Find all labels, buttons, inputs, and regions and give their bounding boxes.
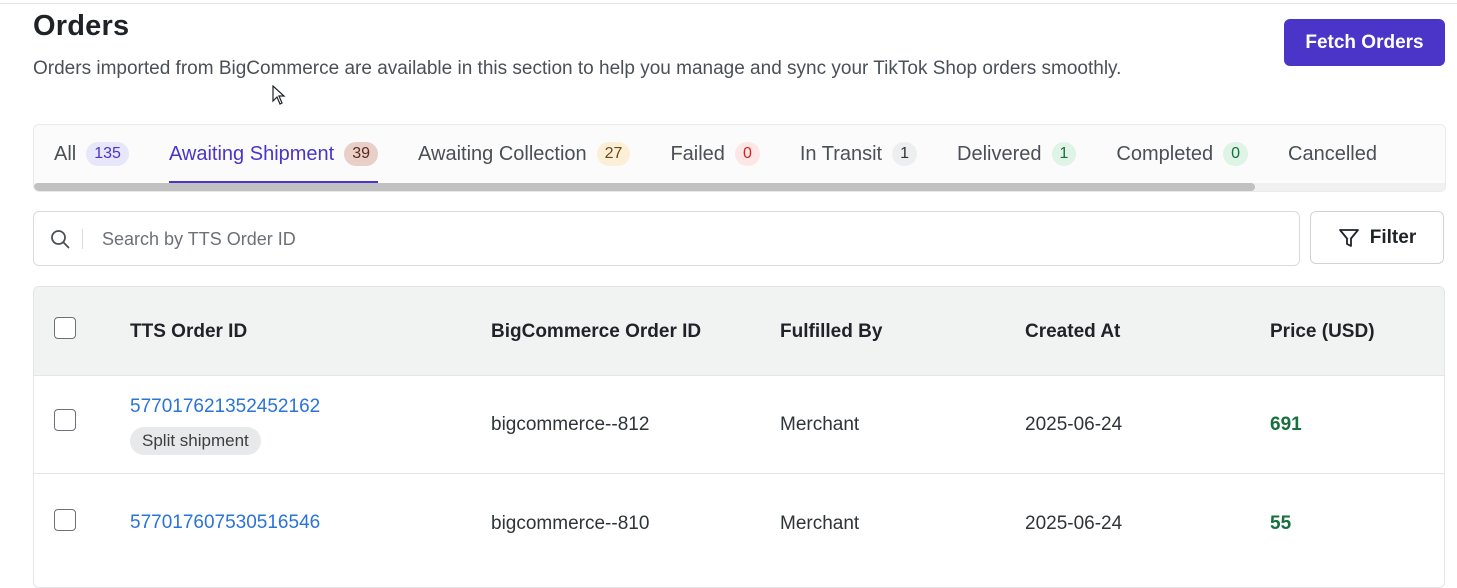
tab-label: Cancelled <box>1288 142 1377 165</box>
filter-button[interactable]: Filter <box>1310 211 1444 264</box>
count-badge: 135 <box>86 142 129 166</box>
tabs-scrollbar-thumb[interactable] <box>34 183 1255 191</box>
search-divider <box>82 229 83 249</box>
select-all-checkbox[interactable] <box>54 317 76 339</box>
status-tabs: All 135 Awaiting Shipment 39 Awaiting Co… <box>54 125 1417 183</box>
search-input[interactable] <box>100 222 1284 256</box>
row-checkbox[interactable] <box>54 409 76 431</box>
created-at: 2025-06-24 <box>1025 513 1123 534</box>
column-header-bigcommerce-order-id: BigCommerce Order ID <box>491 321 702 342</box>
count-badge: 1 <box>1051 142 1077 166</box>
tab-awaiting-collection[interactable]: Awaiting Collection 27 <box>418 125 631 183</box>
price: 691 <box>1270 414 1302 435</box>
column-header-price: Price (USD) <box>1270 321 1375 342</box>
bigcommerce-order-id: bigcommerce--810 <box>491 513 650 534</box>
page-subtitle: Orders imported from BigCommerce are ava… <box>33 58 1122 79</box>
column-header-tts-order-id: TTS Order ID <box>130 321 248 342</box>
tab-delivered[interactable]: Delivered 1 <box>957 125 1077 183</box>
status-tabs-bar: All 135 Awaiting Shipment 39 Awaiting Co… <box>33 124 1446 192</box>
tts-order-id-link[interactable]: 577017621352452162 <box>130 396 320 418</box>
tab-cancelled[interactable]: Cancelled <box>1288 125 1377 183</box>
filter-label: Filter <box>1369 226 1417 248</box>
column-header-created-at: Created At <box>1025 321 1121 342</box>
count-badge: 0 <box>1223 142 1249 166</box>
tts-order-id-link[interactable]: 577017607530516546 <box>130 512 320 534</box>
tab-label: Failed <box>670 142 725 165</box>
search-box <box>33 211 1300 266</box>
bigcommerce-order-id: bigcommerce--812 <box>491 414 650 435</box>
tab-completed[interactable]: Completed 0 <box>1116 125 1249 183</box>
tab-label: Delivered <box>957 142 1042 165</box>
tab-failed[interactable]: Failed 0 <box>670 125 760 183</box>
price: 55 <box>1270 513 1292 534</box>
count-badge: 27 <box>596 142 631 166</box>
tab-all[interactable]: All 135 <box>54 125 129 183</box>
tab-label: Completed <box>1116 142 1214 165</box>
filter-icon <box>1338 228 1359 247</box>
table-header: TTS Order ID BigCommerce Order ID Fulfil… <box>34 287 1444 376</box>
mouse-cursor-icon <box>272 85 286 105</box>
row-checkbox[interactable] <box>54 509 76 531</box>
count-badge: 1 <box>892 142 918 166</box>
tab-label: In Transit <box>799 142 883 165</box>
fetch-orders-button[interactable]: Fetch Orders <box>1284 19 1445 66</box>
table-row: 577017607530516546 bigcommerce--810 Merc… <box>34 474 1444 574</box>
tab-awaiting-shipment[interactable]: Awaiting Shipment 39 <box>168 125 379 183</box>
count-badge: 39 <box>344 142 379 166</box>
created-at: 2025-06-24 <box>1025 414 1123 435</box>
tab-label: Awaiting Collection <box>418 142 587 165</box>
top-divider <box>0 3 1457 4</box>
fulfilled-by: Merchant <box>780 513 860 534</box>
fulfilled-by: Merchant <box>780 414 860 435</box>
tab-in-transit[interactable]: In Transit 1 <box>799 125 918 183</box>
tab-label: All <box>54 142 77 165</box>
tab-label: Awaiting Shipment <box>168 142 335 165</box>
search-icon <box>51 230 70 249</box>
orders-table: TTS Order ID BigCommerce Order ID Fulfil… <box>33 286 1445 588</box>
count-badge: 0 <box>734 142 760 166</box>
page-title: Orders <box>33 10 130 42</box>
column-header-fulfilled-by: Fulfilled By <box>780 321 883 342</box>
table-row: 577017621352452162 Split shipment bigcom… <box>34 375 1444 474</box>
split-shipment-tag: Split shipment <box>130 427 261 455</box>
